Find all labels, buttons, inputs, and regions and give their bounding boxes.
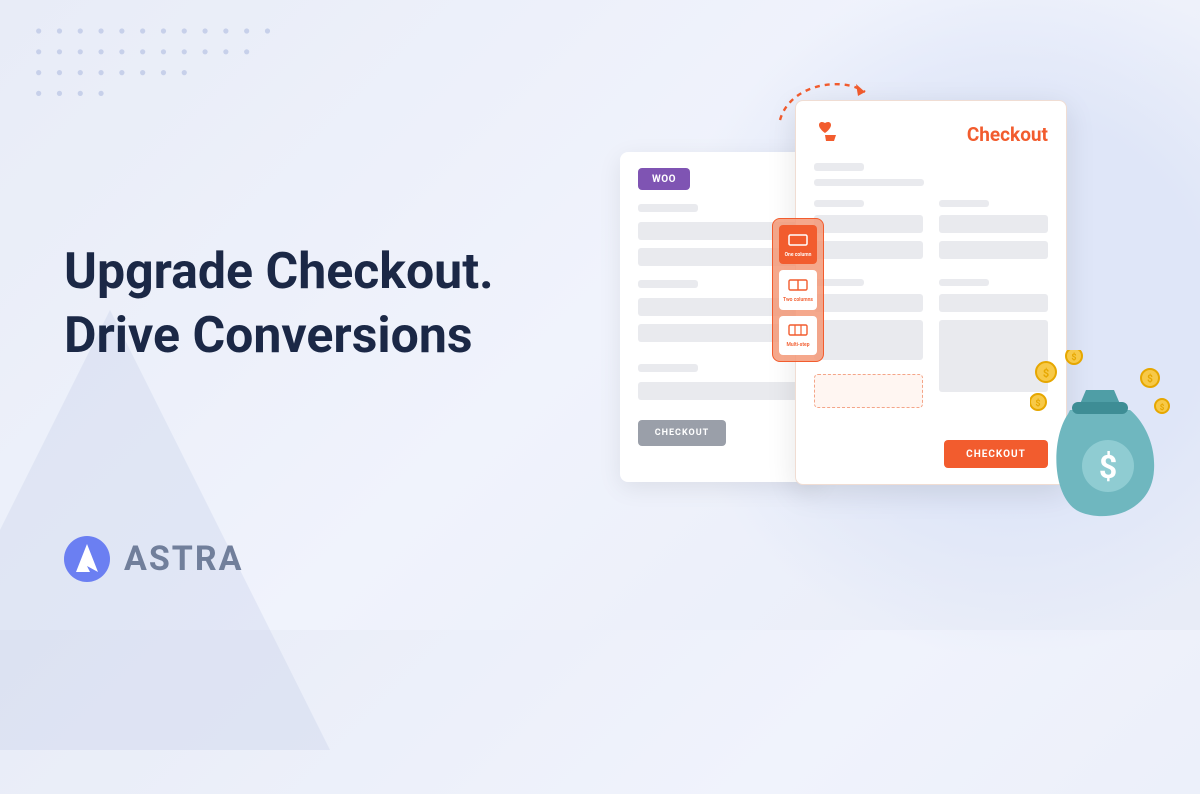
- skeleton-line: [638, 382, 802, 400]
- checkout-title: Checkout: [967, 123, 1048, 146]
- two-columns-icon: [786, 277, 810, 296]
- headline-line2: Drive Conversions: [64, 304, 494, 368]
- skeleton-line: [814, 320, 923, 360]
- layout-option-label: Multi-step: [786, 343, 809, 348]
- one-column-icon: [786, 232, 810, 251]
- skeleton-line: [814, 200, 864, 207]
- page-headline: Upgrade Checkout. Drive Conversions: [64, 240, 494, 368]
- skeleton-line: [939, 294, 1048, 312]
- layout-chooser: One column Two columns Multi-step: [772, 218, 824, 362]
- skeleton-line: [638, 364, 698, 372]
- cartflows-checkout-button: CHECKOUT: [944, 440, 1048, 468]
- astra-logo: ASTRA: [64, 536, 243, 582]
- svg-text:$: $: [1160, 403, 1165, 412]
- woo-badge: WOO: [638, 168, 690, 190]
- astra-logo-icon: [64, 536, 110, 582]
- skeleton-line: [939, 200, 989, 207]
- skeleton-line: [814, 215, 923, 233]
- layout-option-label: One column: [785, 253, 812, 258]
- headline-line1: Upgrade Checkout.: [64, 240, 494, 304]
- cartflows-checkout-card: Checkout: [795, 100, 1067, 485]
- svg-text:$: $: [1147, 372, 1153, 385]
- decorative-dots: [30, 20, 290, 120]
- layout-option-label: Two columns: [783, 298, 813, 303]
- checkout-column-left: [814, 200, 923, 408]
- skeleton-line: [939, 215, 1048, 233]
- svg-text:$: $: [1071, 352, 1076, 363]
- drop-zone: [814, 374, 923, 408]
- layout-option-multistep: Multi-step: [779, 316, 817, 355]
- astra-logo-text: ASTRA: [124, 539, 243, 579]
- skeleton-line: [939, 241, 1048, 259]
- skeleton-line: [814, 241, 923, 259]
- layout-option-two-columns: Two columns: [779, 270, 817, 309]
- cartflows-logo-icon: [814, 119, 840, 149]
- checkout-illustration: WOO CHECKOUT One column Two columns: [610, 90, 1130, 520]
- svg-text:$: $: [1099, 448, 1117, 486]
- layout-option-one-column: One column: [779, 225, 817, 264]
- woo-checkout-button: CHECKOUT: [638, 420, 726, 446]
- skeleton-line: [814, 294, 923, 312]
- skeleton-line: [939, 320, 1048, 392]
- skeleton-line: [814, 179, 924, 186]
- skeleton-line: [638, 204, 698, 212]
- skeleton-line: [814, 163, 864, 171]
- multistep-icon: [786, 322, 810, 341]
- skeleton-line: [638, 280, 698, 288]
- skeleton-line: [939, 279, 989, 286]
- checkout-column-right: [939, 200, 1048, 408]
